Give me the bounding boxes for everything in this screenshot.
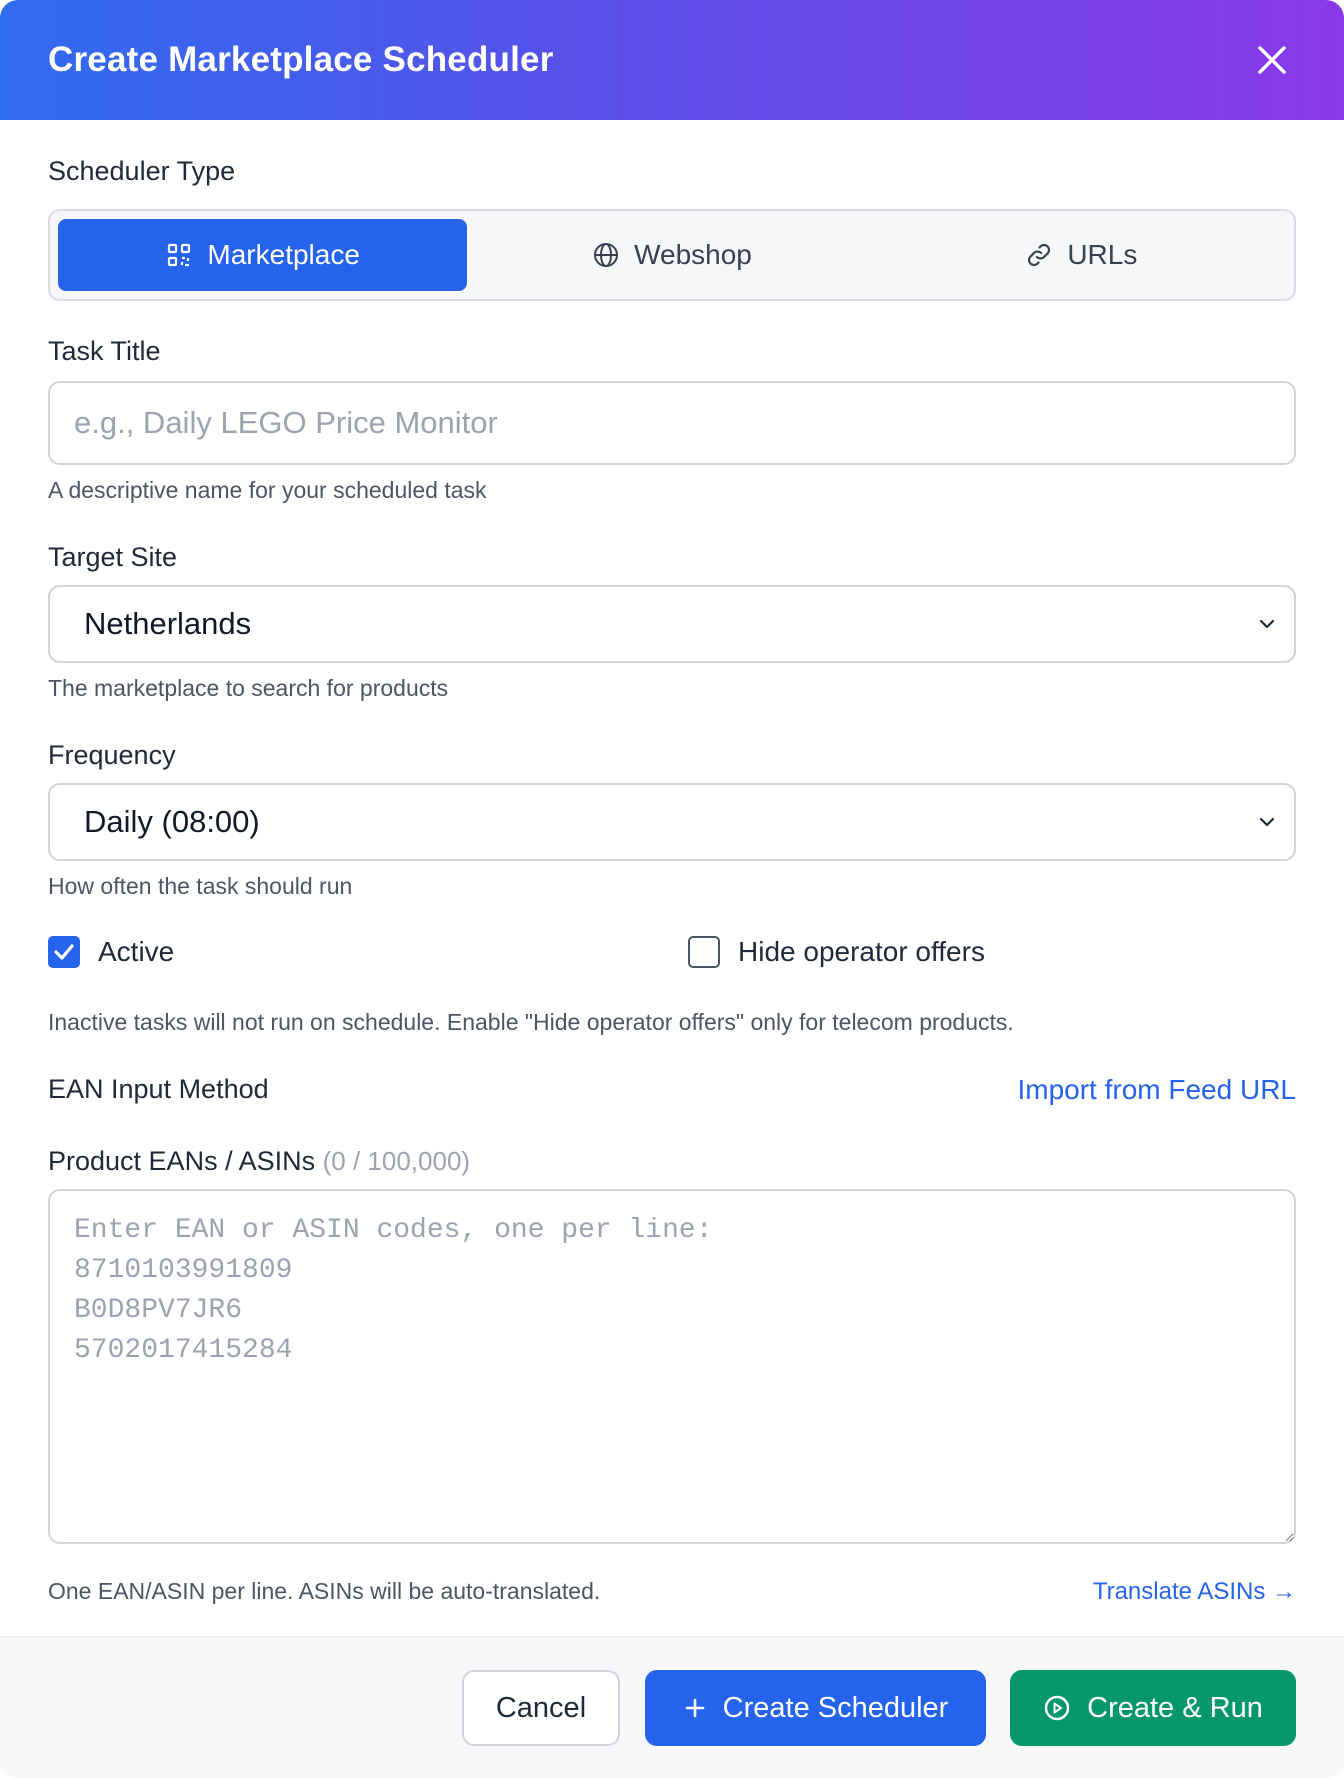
create-scheduler-label: Create Scheduler — [722, 1691, 949, 1724]
frequency-value: Daily (08:00) — [84, 804, 260, 839]
tab-urls-label: URLs — [1067, 239, 1138, 270]
cancel-label: Cancel — [495, 1691, 587, 1724]
tab-marketplace[interactable]: Marketplace — [58, 219, 468, 291]
target-site-value: Netherlands — [84, 606, 252, 641]
dialog-title: Create Marketplace Scheduler — [48, 40, 554, 79]
cancel-button[interactable]: Cancel — [462, 1670, 620, 1746]
product-codes-textarea[interactable] — [48, 1189, 1296, 1544]
hide-operator-row[interactable]: Hide operator offers — [688, 936, 985, 968]
chevron-down-icon — [1259, 817, 1275, 827]
frequency-select[interactable]: Daily (08:00) — [48, 783, 1296, 861]
translate-asins-link[interactable]: Translate ASINs → — [1093, 1578, 1296, 1606]
import-feed-url-link[interactable]: Import from Feed URL — [1017, 1074, 1296, 1106]
tab-webshop-label: Webshop — [634, 239, 752, 270]
product-codes-label: Product EANs / ASINs — [48, 1146, 316, 1176]
scheduler-dialog: Create Marketplace Scheduler Scheduler T… — [0, 0, 1344, 1778]
target-site-label: Target Site — [48, 542, 178, 572]
active-checkbox[interactable] — [48, 936, 80, 968]
dialog-footer: Cancel Create Scheduler Create & Run — [0, 1636, 1344, 1778]
dialog-header: Create Marketplace Scheduler — [0, 0, 1344, 120]
qr-grid-icon — [168, 243, 191, 267]
create-and-run-label: Create & Run — [1087, 1691, 1263, 1724]
tab-webshop[interactable]: Webshop — [467, 219, 876, 291]
create-and-run-button[interactable]: Create & Run — [1010, 1670, 1296, 1746]
tab-urls[interactable]: URLs — [877, 219, 1286, 291]
product-codes-hint: One EAN/ASIN per line. ASINs will be aut… — [48, 1578, 601, 1604]
scheduler-type-label: Scheduler Type — [48, 156, 236, 186]
task-title-input[interactable] — [48, 381, 1296, 465]
plus-icon — [685, 1698, 704, 1718]
active-checkbox-row[interactable]: Active — [48, 936, 174, 968]
product-codes-header: Product EANs / ASINs (0 / 100,000) — [48, 1146, 470, 1177]
chevron-down-icon — [1259, 619, 1275, 629]
link-icon — [1028, 243, 1051, 267]
frequency-hint: How often the task should run — [48, 873, 353, 899]
scheduler-type-selector: Marketplace Webshop URLs — [48, 209, 1296, 301]
task-title-hint: A descriptive name for your scheduled ta… — [48, 477, 487, 503]
hide-operator-label: Hide operator offers — [738, 936, 985, 967]
frequency-label: Frequency — [48, 740, 176, 770]
target-site-hint: The marketplace to search for products — [48, 675, 449, 701]
active-label: Active — [98, 936, 175, 967]
target-site-select[interactable]: Netherlands — [48, 585, 1296, 663]
close-icon — [1258, 46, 1286, 74]
task-title-label: Task Title — [48, 336, 161, 366]
play-circle-icon — [1044, 1695, 1070, 1721]
tab-marketplace-label: Marketplace — [207, 239, 360, 270]
create-scheduler-button[interactable]: Create Scheduler — [645, 1670, 986, 1746]
product-codes-count: (0 / 100,000) — [322, 1146, 471, 1176]
close-button[interactable] — [1254, 42, 1290, 78]
ean-method-label: EAN Input Method — [48, 1074, 269, 1104]
checkmark-icon — [54, 944, 74, 960]
hide-operator-checkbox[interactable] — [688, 936, 720, 968]
options-hint: Inactive tasks will not run on schedule.… — [48, 1009, 1014, 1035]
globe-icon — [594, 243, 619, 267]
